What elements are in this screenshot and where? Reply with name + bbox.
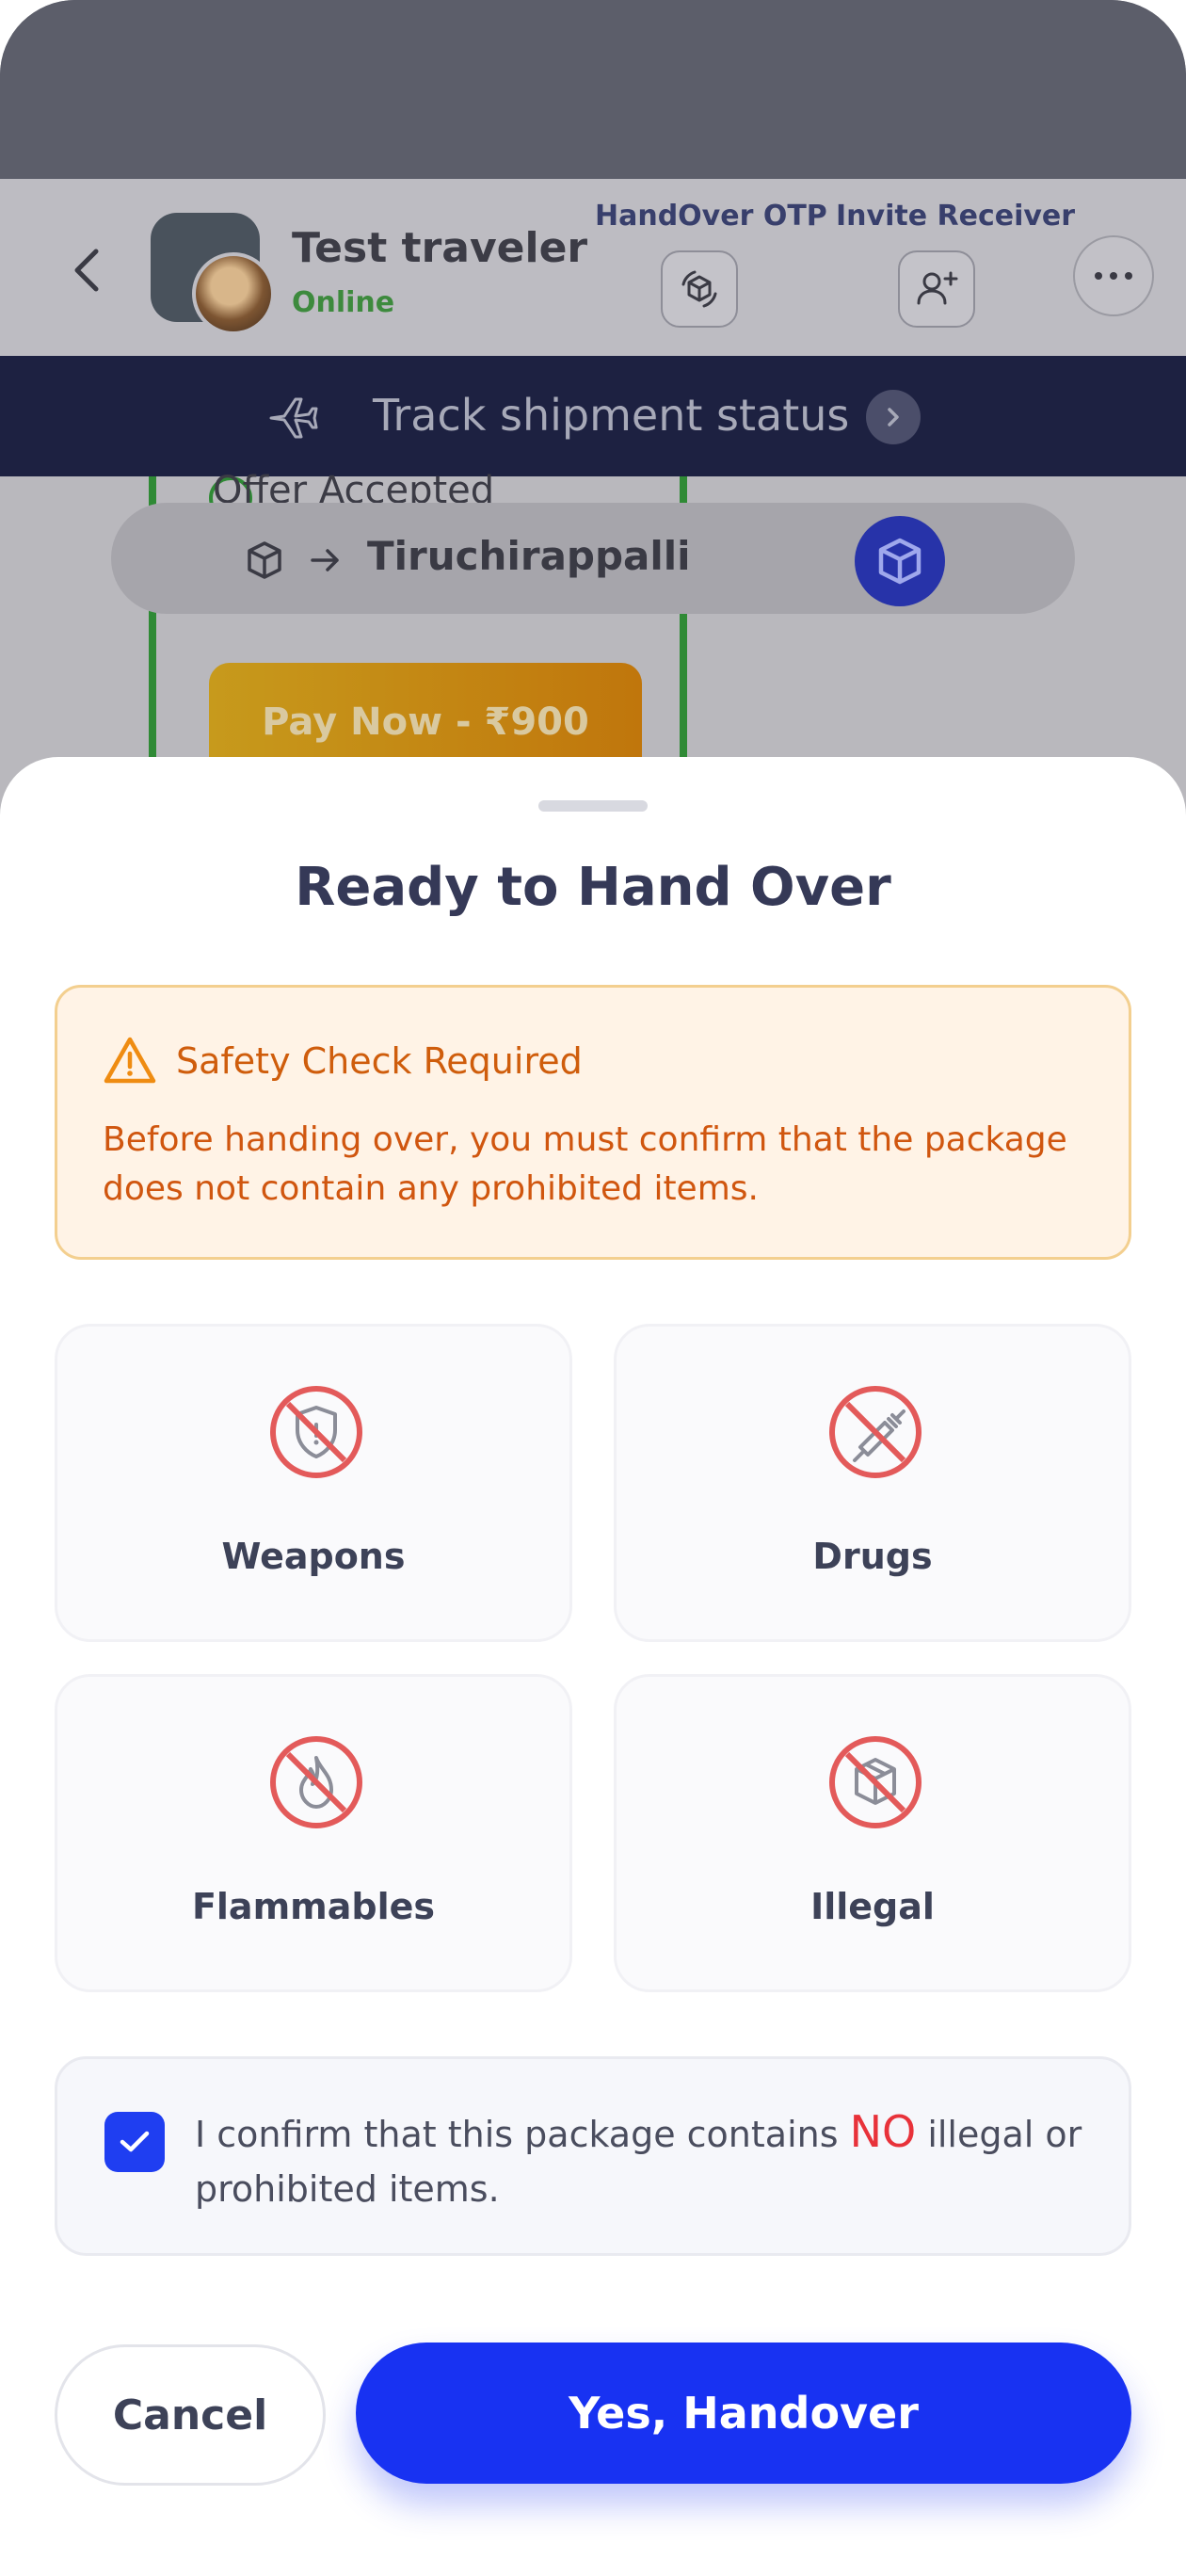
safety-warning-box: Safety Check Required Before handing ove… [55,985,1131,1260]
track-shipment-chevron[interactable] [866,390,921,444]
prohibited-item-flammables: Flammables [55,1674,572,1992]
airplane-icon [269,397,318,439]
no-weapons-icon [270,1386,362,1478]
invite-receiver-label: Invite Receiver [836,200,1076,233]
checkmark-icon [120,2131,150,2152]
chevron-right-icon [888,408,899,427]
warning-triangle-icon [104,1037,156,1084]
route-destination: Tiruchirappalli [367,533,691,579]
warning-title: Safety Check Required [176,1040,583,1082]
package-badge-icon [878,538,922,585]
confirm-statement: I confirm that this package contains NO … [195,2104,1098,2216]
cube-refresh-icon [681,270,717,308]
yes-handover-button[interactable]: Yes, Handover [356,2343,1131,2484]
phone-screen: Test traveler Online HandOver OTP Invite… [0,0,1186,2576]
track-shipment-label: Track shipment status [373,390,850,441]
more-options-button[interactable] [1073,235,1154,316]
traveler-name: Test traveler [292,224,588,272]
cancel-button[interactable]: Cancel [55,2344,326,2486]
add-user-icon [917,271,958,305]
item-label-weapons: Weapons [221,1536,406,1577]
item-label-flammables: Flammables [191,1886,436,1927]
more-dots-icon [1095,272,1132,280]
confirm-text-before: I confirm that this package contains [195,2114,850,2155]
no-illegal-icon [829,1736,922,1828]
no-flammables-icon [270,1736,362,1828]
prohibited-item-drugs: Drugs [614,1324,1131,1642]
handover-bottom-sheet: Ready to Hand Over Safety Check Required… [0,757,1186,2576]
avatar[interactable] [151,213,275,335]
sheet-title: Ready to Hand Over [295,857,891,918]
prohibited-item-weapons: Weapons [55,1324,572,1642]
warning-message: Before handing over, you must confirm th… [103,1120,1067,1208]
confirm-checkbox[interactable] [104,2112,165,2172]
chat-screen-backdrop[interactable]: Test traveler Online HandOver OTP Invite… [0,0,1186,853]
package-icon [248,541,281,579]
confirmation-box[interactable]: I confirm that this package contains NO … [55,2056,1131,2256]
arrow-right-icon [311,549,339,572]
status-bar [0,0,1186,179]
item-label-drugs: Drugs [812,1536,933,1577]
invite-receiver-button[interactable] [898,250,975,328]
route-package-badge[interactable] [855,516,945,606]
sheet-drag-handle[interactable] [538,800,648,812]
handover-otp-label: HandOver OTP [595,200,827,233]
prohibited-item-illegal: Illegal [614,1674,1131,1992]
confirm-text-no: NO [849,2106,917,2157]
back-arrow-icon[interactable] [68,247,105,294]
online-status: Online [292,286,395,319]
handover-otp-button[interactable] [661,250,738,328]
no-drugs-icon [829,1386,922,1478]
item-label-illegal: Illegal [810,1886,935,1927]
traveler-photo [192,252,275,335]
